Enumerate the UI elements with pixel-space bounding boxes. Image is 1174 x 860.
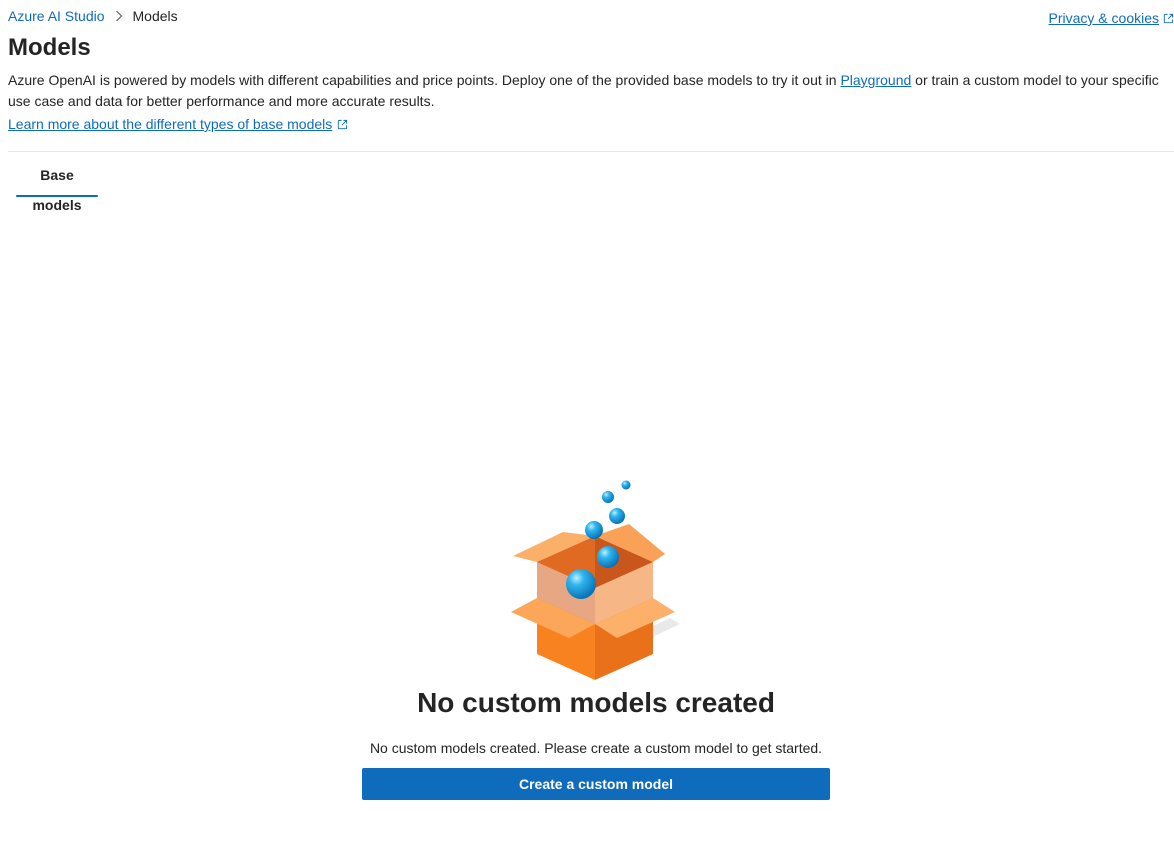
description-text-start: Azure OpenAI is powered by models with d…: [8, 72, 841, 88]
chevron-right-icon: [115, 10, 123, 22]
open-box-with-bubbles-icon: [511, 480, 680, 680]
models-page: Azure AI Studio Models Privacy & cookies…: [0, 0, 1174, 860]
playground-link[interactable]: Playground: [840, 72, 911, 88]
top-bar: Azure AI Studio Models Privacy & cookies: [8, 6, 1174, 26]
create-custom-model-button[interactable]: Create a custom model: [362, 768, 830, 800]
learn-more-link[interactable]: Learn more about the different types of …: [8, 114, 348, 134]
empty-state-title: No custom models created: [417, 687, 775, 718]
breadcrumb-current: Models: [132, 8, 178, 24]
privacy-cookies-link[interactable]: Privacy & cookies: [1049, 10, 1174, 26]
empty-state-message: No custom models created. Please create …: [369, 740, 823, 756]
breadcrumb: Azure AI Studio Models: [8, 8, 178, 24]
page-title: Models: [8, 34, 91, 61]
header-divider: [8, 151, 1174, 152]
privacy-cookies-label: Privacy & cookies: [1048, 10, 1159, 26]
breadcrumb-azure-ai-studio[interactable]: Azure AI Studio: [8, 8, 105, 24]
page-description: Azure OpenAI is powered by models with d…: [8, 70, 1170, 112]
tab-base-models-label: Base models: [32, 167, 82, 213]
learn-more-label: Learn more about the different types of …: [8, 116, 333, 132]
tab-selected-indicator: [16, 195, 98, 197]
external-link-icon: [1163, 13, 1174, 23]
tab-base-models[interactable]: Base models: [16, 160, 98, 213]
external-link-icon: [338, 119, 348, 129]
